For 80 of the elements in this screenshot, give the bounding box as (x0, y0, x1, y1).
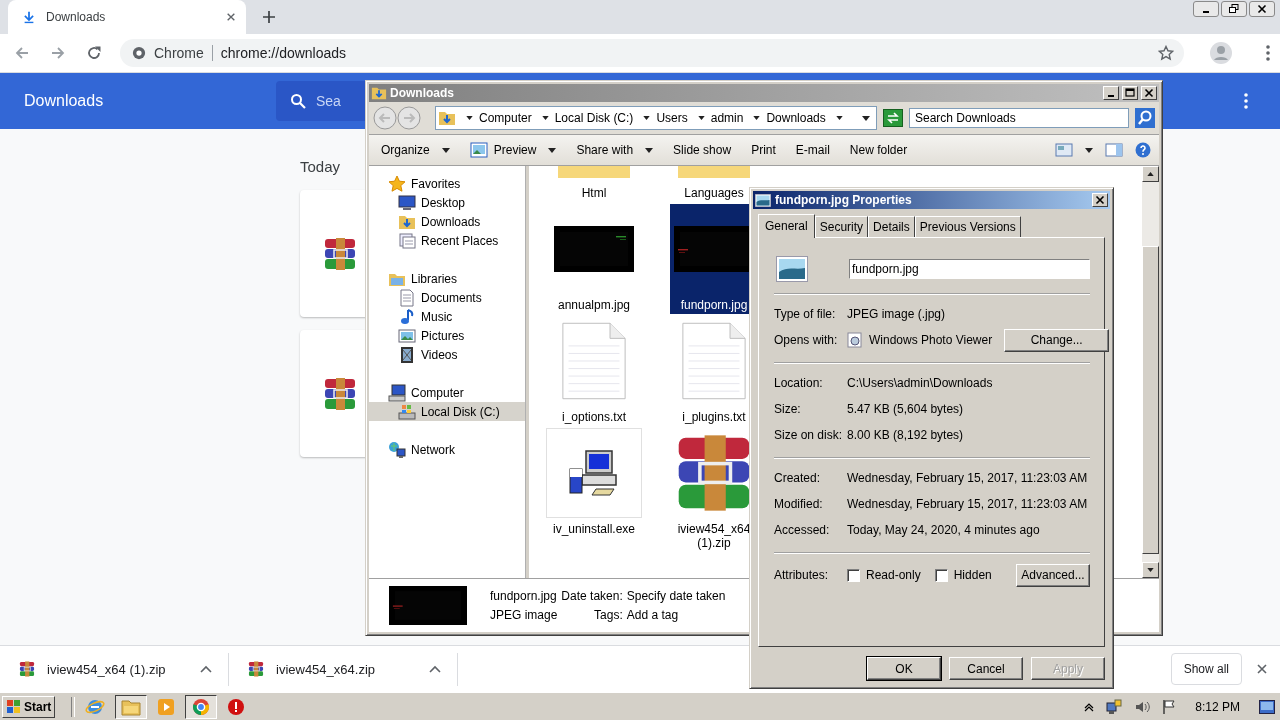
file-name: fundporn.jpg (490, 589, 558, 603)
toolbar-button[interactable]: Organize (373, 140, 458, 160)
file-item[interactable]: Languages (670, 166, 758, 202)
file-name-field[interactable]: fundporn.jpg (849, 259, 1090, 279)
toolbar-button[interactable]: Share with (568, 140, 662, 160)
tab[interactable]: Security (814, 216, 869, 237)
file-item[interactable]: iview454_x64 (1).zip (670, 428, 758, 552)
advanced-button[interactable]: Advanced... (1016, 563, 1090, 587)
dialog-button[interactable]: OK (867, 657, 941, 680)
file-item[interactable]: i_options.txt (550, 316, 638, 426)
address-bar[interactable]: Chrome chrome://downloads (120, 39, 1184, 67)
field-value: Wednesday, February 15, 2017, 11:23:03 AM (847, 497, 1088, 511)
file-item[interactable]: i_plugins.txt (670, 316, 758, 426)
field-label: Size on disk: (774, 428, 844, 442)
field-value: Windows Photo Viewer (869, 333, 993, 347)
field-value: Today, May 24, 2020, 4 minutes ago (847, 523, 1040, 537)
nav-item[interactable]: Documents (369, 288, 525, 307)
breadcrumb-item[interactable]: Users (656, 111, 688, 125)
field-label: Size: (774, 402, 802, 416)
toolbar-button[interactable]: New folder (841, 140, 916, 160)
field-label: Attributes: (774, 568, 830, 582)
nav-item[interactable]: Recent Places (369, 231, 525, 250)
file-item[interactable]: Html (550, 166, 638, 202)
window-title: fundporn.jpg Properties (775, 193, 912, 207)
dialog-button[interactable]: Cancel (949, 657, 1023, 680)
field-value: 5.47 KB (5,604 bytes) (847, 402, 964, 416)
tab[interactable]: General (758, 214, 815, 238)
nav-item[interactable]: Desktop (369, 193, 525, 212)
nav-item[interactable]: Libraries (369, 269, 525, 288)
search-field[interactable]: Sea (316, 93, 342, 109)
clock[interactable]: 8:12 PM (1195, 699, 1240, 714)
site-label: Chrome (154, 45, 204, 61)
field-value: C:\Users\admin\Downloads (847, 376, 993, 390)
field-label: Accessed: (774, 523, 831, 537)
breadcrumb-item[interactable]: Computer (479, 111, 532, 125)
toolbar-button[interactable]: Slide show (665, 140, 740, 160)
nav-item[interactable]: Computer (369, 383, 525, 402)
nav-item[interactable]: Local Disk (C:) (369, 402, 525, 421)
field-value[interactable]: Add a tag (626, 608, 726, 622)
toolbar-button[interactable]: Print (743, 140, 784, 160)
nav-item[interactable]: Pictures (369, 326, 525, 345)
field-label: Created: (774, 471, 822, 485)
download-name[interactable]: iview454_x64 (1).zip (47, 661, 188, 677)
change-button[interactable]: Change... (1004, 328, 1110, 352)
field-value: Wednesday, February 15, 2017, 11:23:03 AM (847, 471, 1088, 485)
show-all-button[interactable]: Show all (1170, 653, 1242, 685)
field-value: 8.00 KB (8,192 bytes) (847, 428, 964, 442)
breadcrumb-item[interactable]: Local Disk (C:) (554, 111, 634, 125)
download-name[interactable]: iview454_x64.zip (276, 661, 417, 677)
nav-item[interactable]: Network (369, 440, 525, 459)
field-label: Opens with: (774, 333, 839, 347)
field-value: JPEG image (.jpg) (847, 307, 946, 321)
toolbar-button[interactable]: Preview (461, 139, 565, 161)
breadcrumb-item[interactable]: Downloads (766, 111, 826, 125)
start-button[interactable]: Start (2, 695, 56, 718)
breadcrumb-item[interactable]: admin (710, 111, 744, 125)
field-label: Modified: (774, 497, 824, 511)
tab[interactable]: Previous Versions (914, 216, 1021, 237)
field-label: Location: (774, 376, 824, 390)
checkbox-label[interactable]: Read-only (866, 568, 921, 582)
file-type: JPEG image (490, 608, 558, 622)
tab[interactable]: Details (868, 216, 915, 237)
toolbar-button[interactable]: E-mail (787, 140, 838, 160)
checkbox-label[interactable]: Hidden (953, 568, 992, 582)
field-label: Tags: (594, 608, 623, 622)
window-title: Downloads (390, 86, 454, 100)
section-heading: Today (300, 158, 341, 175)
search-field[interactable]: Search Downloads (909, 108, 1129, 128)
address-bar[interactable]: Computer Local Disk (C:) Users admin Downloads (435, 106, 877, 130)
nav-item[interactable]: Videos (369, 345, 525, 364)
field-value[interactable]: Specify date taken (626, 589, 726, 603)
nav-item[interactable]: Music (369, 307, 525, 326)
nav-item[interactable]: Downloads (369, 212, 525, 231)
field-label: Date taken: (561, 589, 623, 603)
nav-item[interactable]: Favorites (369, 174, 525, 193)
url-text: chrome://downloads (220, 45, 348, 61)
field-label: Type of file: (774, 307, 837, 321)
page-title: Downloads (23, 92, 105, 110)
tab-title: Downloads (46, 10, 107, 24)
file-item[interactable]: annualpm.jpg (550, 204, 638, 314)
